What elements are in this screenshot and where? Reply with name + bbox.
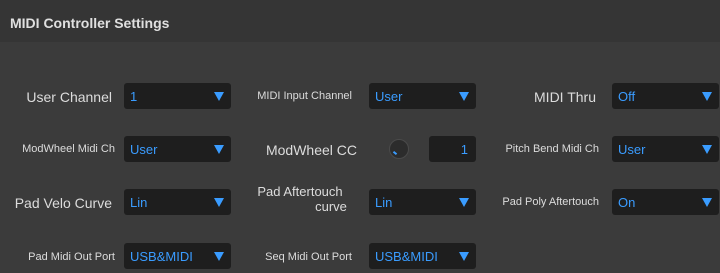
midi-input-channel-value: User [375, 89, 403, 104]
chevron-down-icon [459, 252, 469, 261]
pad-aftertouch-curve-label: Pad Aftertouch curve [240, 184, 360, 214]
chevron-down-icon [214, 92, 224, 101]
pad-poly-aftertouch-value: On [618, 195, 636, 210]
chevron-down-icon [214, 145, 224, 154]
pad-poly-aftertouch-dropdown[interactable]: On [612, 189, 719, 215]
pad-aftertouch-curve-label-line1: Pad Aftertouch [257, 184, 343, 199]
pitch-bend-midi-ch-dropdown[interactable]: User [612, 136, 719, 162]
pad-velo-curve-label: Pad Velo Curve [14, 195, 112, 211]
seq-midi-out-port-value: USB&MIDI [375, 249, 438, 264]
seq-midi-out-port-label: Seq Midi Out Port [265, 251, 352, 263]
chevron-down-icon [459, 92, 469, 101]
knob-icon[interactable] [389, 139, 409, 159]
knob-indicator [392, 150, 398, 156]
modwheel-midi-ch-label: ModWheel Midi Ch [22, 143, 115, 155]
settings-header: MIDI Controller Settings [0, 0, 720, 42]
chevron-down-icon [214, 198, 224, 207]
seq-midi-out-port-dropdown[interactable]: USB&MIDI [369, 243, 476, 269]
pad-poly-aftertouch-label: Pad Poly Aftertouch [502, 196, 599, 208]
midi-thru-value: Off [618, 89, 636, 104]
pad-aftertouch-curve-dropdown[interactable]: Lin [369, 189, 476, 215]
modwheel-midi-ch-value: User [130, 142, 158, 157]
pad-midi-out-port-value: USB&MIDI [130, 249, 193, 264]
midi-thru-dropdown[interactable]: Off [612, 83, 719, 109]
user-channel-dropdown[interactable]: 1 [124, 83, 231, 109]
pad-aftertouch-curve-value: Lin [375, 195, 393, 210]
chevron-down-icon [702, 92, 712, 101]
pitch-bend-midi-ch-value: User [618, 142, 646, 157]
pad-midi-out-port-dropdown[interactable]: USB&MIDI [124, 243, 231, 269]
chevron-down-icon [214, 252, 224, 261]
pad-midi-out-port-label: Pad Midi Out Port [28, 251, 115, 263]
page-title: MIDI Controller Settings [10, 15, 170, 31]
midi-input-channel-dropdown[interactable]: User [369, 83, 476, 109]
modwheel-midi-ch-dropdown[interactable]: User [124, 136, 231, 162]
modwheel-cc-label: ModWheel CC [265, 142, 357, 158]
chevron-down-icon [702, 145, 712, 154]
user-channel-value: 1 [130, 89, 138, 104]
user-channel-label: User Channel [26, 89, 112, 105]
midi-thru-label: MIDI Thru [534, 89, 596, 105]
chevron-down-icon [459, 198, 469, 207]
pad-aftertouch-curve-label-line2: curve [315, 199, 347, 214]
chevron-down-icon [702, 198, 712, 207]
modwheel-cc-number-field[interactable]: 1 [429, 136, 476, 162]
pitch-bend-midi-ch-label: Pitch Bend Midi Ch [505, 143, 599, 155]
pad-velo-curve-dropdown[interactable]: Lin [124, 189, 231, 215]
pad-velo-curve-value: Lin [130, 195, 148, 210]
midi-input-channel-label: MIDI Input Channel [257, 90, 352, 102]
